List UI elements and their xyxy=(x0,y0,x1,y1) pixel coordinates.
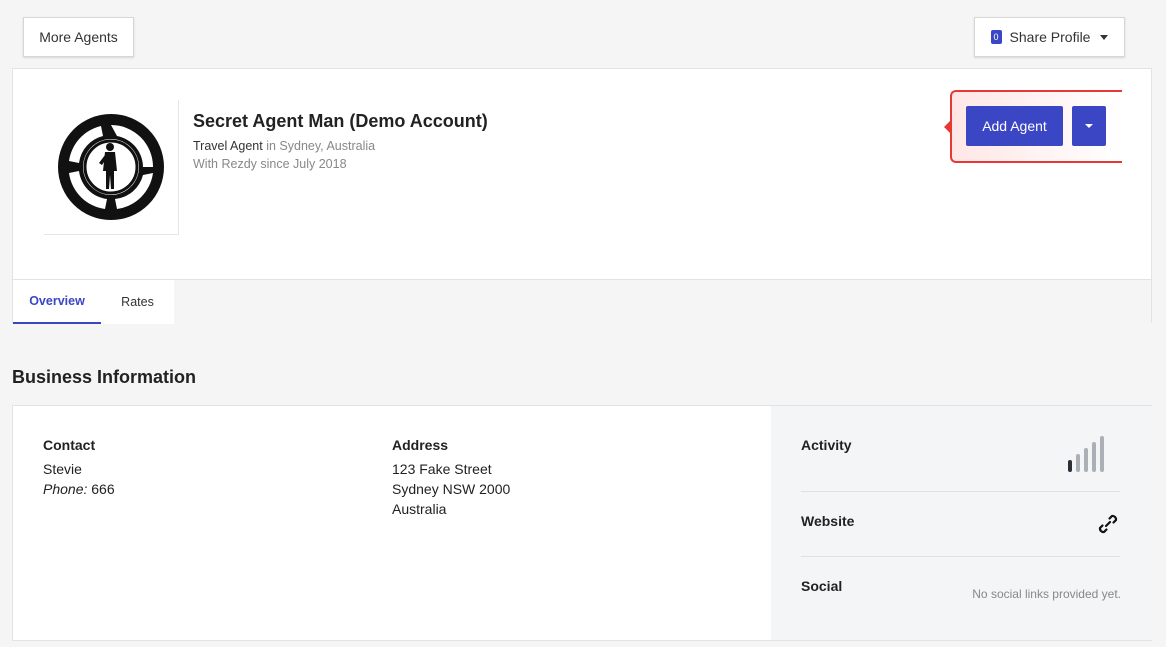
agent-role: Travel Agent xyxy=(193,139,263,153)
activity-level-icon xyxy=(1068,436,1120,472)
profile-tabs: Overview Rates xyxy=(13,279,1151,324)
activity-bar xyxy=(1084,448,1088,472)
location-prefix: in xyxy=(266,139,276,153)
activity-label: Activity xyxy=(801,437,852,453)
agent-name: Secret Agent Man (Demo Account) xyxy=(193,111,488,131)
activity-bar xyxy=(1076,454,1080,472)
phone-value: 666 xyxy=(91,481,115,497)
share-profile-label: Share Profile xyxy=(1009,29,1091,45)
no-social-links-text: No social links provided yet. xyxy=(972,587,1121,601)
agent-logo xyxy=(44,100,179,235)
profile-card: Secret Agent Man (Demo Account) Travel A… xyxy=(12,68,1152,324)
contact-label: Contact xyxy=(43,437,96,453)
more-agents-button[interactable]: More Agents xyxy=(23,17,134,57)
address-line-2: Sydney NSW 2000 xyxy=(392,481,511,497)
business-information-card: Contact Stevie Phone: 666 Address 123 Fa… xyxy=(12,405,1152,641)
address-line-1: 123 Fake Street xyxy=(392,461,492,477)
add-agent-label: Add Agent xyxy=(982,118,1047,134)
phone-label: Phone: xyxy=(43,481,88,497)
link-icon[interactable] xyxy=(1096,512,1120,536)
tab-overview[interactable]: Overview xyxy=(13,280,101,324)
contact-phone: Phone: 666 xyxy=(43,481,115,497)
contact-name: Stevie xyxy=(43,461,82,477)
activity-bar xyxy=(1092,442,1096,472)
share-profile-button[interactable]: 0 Share Profile xyxy=(974,17,1125,57)
chevron-down-icon xyxy=(1085,124,1093,128)
secret-agent-logo-icon xyxy=(58,114,164,220)
more-agents-label: More Agents xyxy=(39,29,118,45)
add-agent-dropdown-button[interactable] xyxy=(1072,106,1106,146)
agent-since: With Rezdy since July 2018 xyxy=(193,157,347,171)
add-agent-button[interactable]: Add Agent xyxy=(966,106,1063,146)
address-line-3: Australia xyxy=(392,501,447,517)
business-information-title: Business Information xyxy=(12,367,197,387)
tab-rates[interactable]: Rates xyxy=(101,280,174,324)
business-side-panel: Activity Website Social No social links … xyxy=(771,406,1152,640)
share-count-badge: 0 xyxy=(990,30,1002,44)
website-label: Website xyxy=(801,513,855,529)
chevron-down-icon xyxy=(1100,34,1109,40)
divider xyxy=(801,556,1120,557)
agent-location: Sydney, Australia xyxy=(279,139,376,153)
activity-bar xyxy=(1100,436,1104,472)
agent-role-location: Travel Agent in Sydney, Australia xyxy=(193,139,375,153)
divider xyxy=(801,491,1120,492)
activity-bar xyxy=(1068,460,1072,472)
address-label: Address xyxy=(392,437,449,453)
social-label: Social xyxy=(801,578,843,594)
